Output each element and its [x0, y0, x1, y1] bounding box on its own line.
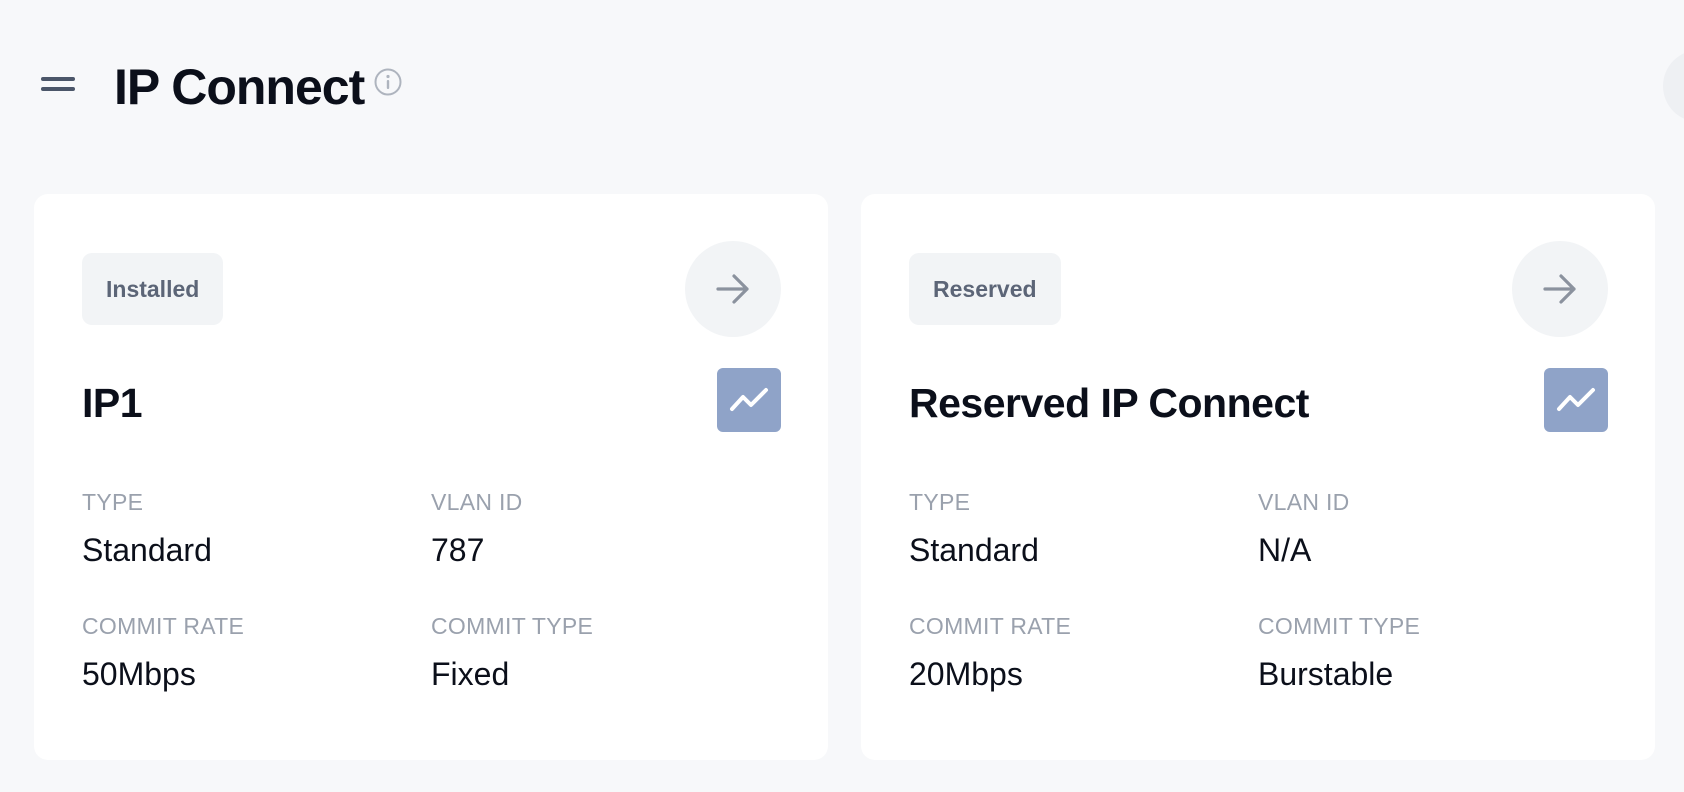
menu-bar — [41, 87, 75, 91]
hamburger-menu-icon[interactable] — [41, 76, 75, 94]
service-card[interactable]: Reserved Reserved IP Connect TYPE Standa… — [861, 194, 1655, 760]
usage-graph-button[interactable] — [1544, 368, 1608, 432]
vlan-id-label: VLAN ID — [1258, 489, 1350, 515]
type-value: Standard — [909, 532, 1039, 568]
vlan-id-value: 787 — [431, 532, 485, 568]
type-label: TYPE — [909, 489, 971, 515]
trend-line-icon — [730, 388, 768, 411]
commit-type-label: COMMIT TYPE — [1258, 613, 1421, 639]
arrow-right-icon — [1543, 274, 1576, 304]
open-service-button[interactable] — [685, 241, 781, 337]
commit-type-label: COMMIT TYPE — [431, 613, 594, 639]
commit-type-value: Fixed — [431, 656, 510, 692]
type-value: Standard — [82, 532, 212, 568]
avatar[interactable] — [1663, 50, 1684, 122]
open-service-button[interactable] — [1512, 241, 1608, 337]
page-header: IP Connect — [0, 0, 1684, 180]
info-icon[interactable] — [373, 67, 403, 97]
status-badge: Reserved — [909, 253, 1061, 325]
vlan-id-label: VLAN ID — [431, 489, 523, 515]
commit-rate-value: 50Mbps — [82, 656, 196, 692]
commit-rate-label: COMMIT RATE — [909, 613, 1072, 639]
vlan-id-value: N/A — [1258, 532, 1312, 568]
menu-bar — [41, 77, 75, 81]
type-label: TYPE — [82, 489, 144, 515]
commit-rate-value: 20Mbps — [909, 656, 1023, 692]
commit-rate-label: COMMIT RATE — [82, 613, 245, 639]
usage-graph-button[interactable] — [717, 368, 781, 432]
trend-line-icon — [1557, 388, 1595, 411]
status-badge: Installed — [82, 253, 224, 325]
page-title: IP Connect — [114, 59, 365, 115]
service-name: IP1 — [82, 380, 143, 426]
service-card[interactable]: Installed IP1 TYPE Standard VLAN ID 787 … — [34, 194, 828, 760]
service-name: Reserved IP Connect — [909, 380, 1309, 426]
commit-type-value: Burstable — [1258, 656, 1394, 692]
arrow-right-icon — [716, 274, 749, 304]
